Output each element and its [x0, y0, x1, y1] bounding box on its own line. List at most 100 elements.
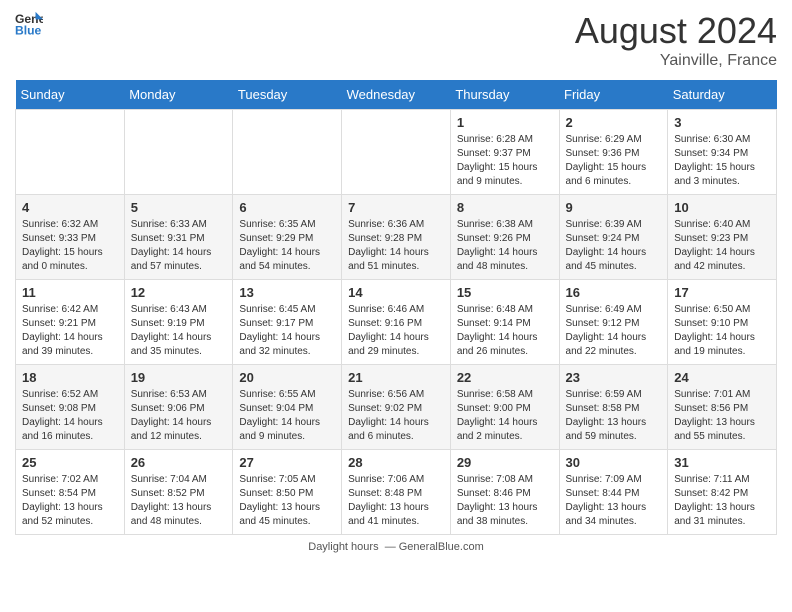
day-number: 3 — [674, 115, 770, 130]
day-info: Sunrise: 6:38 AM Sunset: 9:26 PM Dayligh… — [457, 218, 553, 274]
day-info: Sunrise: 6:43 AM Sunset: 9:19 PM Dayligh… — [131, 303, 227, 359]
calendar-cell: 1 Sunrise: 6:28 AM Sunset: 9:37 PM Daylig… — [450, 110, 559, 195]
day-number: 6 — [239, 200, 335, 215]
calendar-table: SundayMondayTuesdayWednesdayThursdayFrid… — [15, 80, 777, 535]
day-info: Sunrise: 7:06 AM Sunset: 8:48 PM Dayligh… — [348, 473, 444, 529]
calendar-cell: 10 Sunrise: 6:40 AM Sunset: 9:23 PM Dayli… — [668, 195, 777, 280]
calendar-cell: 2 Sunrise: 6:29 AM Sunset: 9:36 PM Daylig… — [559, 110, 668, 195]
day-number: 2 — [566, 115, 662, 130]
day-info: Sunrise: 6:39 AM Sunset: 9:24 PM Dayligh… — [566, 218, 662, 274]
day-number: 19 — [131, 370, 227, 385]
day-info: Sunrise: 7:02 AM Sunset: 8:54 PM Dayligh… — [22, 473, 118, 529]
day-number: 23 — [566, 370, 662, 385]
day-info: Sunrise: 7:11 AM Sunset: 8:42 PM Dayligh… — [674, 473, 770, 529]
calendar-cell: 23 Sunrise: 6:59 AM Sunset: 8:58 PM Dayli… — [559, 365, 668, 450]
day-number: 9 — [566, 200, 662, 215]
day-number: 17 — [674, 285, 770, 300]
day-number: 4 — [22, 200, 118, 215]
day-info: Sunrise: 6:45 AM Sunset: 9:17 PM Dayligh… — [239, 303, 335, 359]
day-info: Sunrise: 6:28 AM Sunset: 9:37 PM Dayligh… — [457, 133, 553, 189]
weekday-header-friday: Friday — [559, 80, 668, 110]
day-info: Sunrise: 6:53 AM Sunset: 9:06 PM Dayligh… — [131, 388, 227, 444]
calendar-cell: 16Sunrise: 6:49 AM Sunset: 9:12 PM Dayli… — [559, 280, 668, 365]
calendar-cell: 15 Sunrise: 6:48 AM Sunset: 9:14 PM Dayli… — [450, 280, 559, 365]
calendar-cell: 11 Sunrise: 6:42 AM Sunset: 9:21 PM Dayli… — [16, 280, 125, 365]
weekday-header-monday: Monday — [124, 80, 233, 110]
calendar-cell: 5 Sunrise: 6:33 AM Sunset: 9:31 PM Daylig… — [124, 195, 233, 280]
daylight-label: Daylight hours — [308, 541, 378, 553]
day-number: 1 — [457, 115, 553, 130]
calendar-cell: 22 Sunrise: 6:58 AM Sunset: 9:00 PM Dayli… — [450, 365, 559, 450]
svg-text:Blue: Blue — [15, 23, 42, 37]
calendar-cell — [124, 110, 233, 195]
day-number: 18 — [22, 370, 118, 385]
day-info: Sunrise: 7:05 AM Sunset: 8:50 PM Dayligh… — [239, 473, 335, 529]
calendar-cell: 17 Sunrise: 6:50 AM Sunset: 9:10 PM Dayli… — [668, 280, 777, 365]
day-number: 7 — [348, 200, 444, 215]
location: Yainville, France — [575, 52, 777, 70]
month-title: August 2024 — [575, 10, 777, 52]
day-info: Sunrise: 6:48 AM Sunset: 9:14 PM Dayligh… — [457, 303, 553, 359]
day-number: 8 — [457, 200, 553, 215]
day-info: Sunrise: 6:52 AM Sunset: 9:08 PM Dayligh… — [22, 388, 118, 444]
calendar-cell: 18 Sunrise: 6:52 AM Sunset: 9:08 PM Dayli… — [16, 365, 125, 450]
day-info: Sunrise: 6:33 AM Sunset: 9:31 PM Dayligh… — [131, 218, 227, 274]
calendar-cell — [16, 110, 125, 195]
day-number: 31 — [674, 455, 770, 470]
day-info: Sunrise: 6:30 AM Sunset: 9:34 PM Dayligh… — [674, 133, 770, 189]
weekday-header-saturday: Saturday — [668, 80, 777, 110]
weekday-header-thursday: Thursday — [450, 80, 559, 110]
calendar-cell: 7 Sunrise: 6:36 AM Sunset: 9:28 PM Daylig… — [342, 195, 451, 280]
calendar-cell: 29Sunrise: 7:08 AM Sunset: 8:46 PM Dayli… — [450, 450, 559, 535]
day-info: Sunrise: 7:01 AM Sunset: 8:56 PM Dayligh… — [674, 388, 770, 444]
calendar-cell: 8 Sunrise: 6:38 AM Sunset: 9:26 PM Daylig… — [450, 195, 559, 280]
day-number: 22 — [457, 370, 553, 385]
weekday-header-sunday: Sunday — [16, 80, 125, 110]
day-info: Sunrise: 6:29 AM Sunset: 9:36 PM Dayligh… — [566, 133, 662, 189]
day-number: 16 — [566, 285, 662, 300]
day-info: Sunrise: 6:55 AM Sunset: 9:04 PM Dayligh… — [239, 388, 335, 444]
calendar-cell — [342, 110, 451, 195]
day-info: Sunrise: 6:32 AM Sunset: 9:33 PM Dayligh… — [22, 218, 118, 274]
calendar-cell: 24 Sunrise: 7:01 AM Sunset: 8:56 PM Dayli… — [668, 365, 777, 450]
day-info: Sunrise: 6:46 AM Sunset: 9:16 PM Dayligh… — [348, 303, 444, 359]
calendar-cell: 28Sunrise: 7:06 AM Sunset: 8:48 PM Dayli… — [342, 450, 451, 535]
calendar-cell: 21Sunrise: 6:56 AM Sunset: 9:02 PM Dayli… — [342, 365, 451, 450]
day-info: Sunrise: 6:36 AM Sunset: 9:28 PM Dayligh… — [348, 218, 444, 274]
day-number: 15 — [457, 285, 553, 300]
day-number: 11 — [22, 285, 118, 300]
logo-icon: General Blue — [15, 10, 43, 38]
header: General Blue August 2024 Yainville, Fran… — [15, 10, 777, 70]
calendar-cell: 13Sunrise: 6:45 AM Sunset: 9:17 PM Dayli… — [233, 280, 342, 365]
day-info: Sunrise: 6:35 AM Sunset: 9:29 PM Dayligh… — [239, 218, 335, 274]
calendar-cell: 20 Sunrise: 6:55 AM Sunset: 9:04 PM Dayli… — [233, 365, 342, 450]
calendar-cell: 12Sunrise: 6:43 AM Sunset: 9:19 PM Dayli… — [124, 280, 233, 365]
day-number: 24 — [674, 370, 770, 385]
day-number: 20 — [239, 370, 335, 385]
day-info: Sunrise: 6:50 AM Sunset: 9:10 PM Dayligh… — [674, 303, 770, 359]
weekday-header-wednesday: Wednesday — [342, 80, 451, 110]
day-number: 30 — [566, 455, 662, 470]
day-number: 10 — [674, 200, 770, 215]
day-number: 26 — [131, 455, 227, 470]
day-number: 5 — [131, 200, 227, 215]
weekday-header-row: SundayMondayTuesdayWednesdayThursdayFrid… — [16, 80, 777, 110]
title-area: August 2024 Yainville, France — [575, 10, 777, 70]
calendar-cell: 3 Sunrise: 6:30 AM Sunset: 9:34 PM Daylig… — [668, 110, 777, 195]
calendar-cell: 9 Sunrise: 6:39 AM Sunset: 9:24 PM Daylig… — [559, 195, 668, 280]
day-number: 14 — [348, 285, 444, 300]
day-info: Sunrise: 6:42 AM Sunset: 9:21 PM Dayligh… — [22, 303, 118, 359]
week-row-4: 18 Sunrise: 6:52 AM Sunset: 9:08 PM Dayli… — [16, 365, 777, 450]
logo: General Blue — [15, 10, 43, 38]
day-info: Sunrise: 6:59 AM Sunset: 8:58 PM Dayligh… — [566, 388, 662, 444]
day-info: Sunrise: 7:09 AM Sunset: 8:44 PM Dayligh… — [566, 473, 662, 529]
day-info: Sunrise: 6:40 AM Sunset: 9:23 PM Dayligh… — [674, 218, 770, 274]
week-row-5: 25Sunrise: 7:02 AM Sunset: 8:54 PM Dayli… — [16, 450, 777, 535]
day-number: 21 — [348, 370, 444, 385]
calendar-cell: 31 Sunrise: 7:11 AM Sunset: 8:42 PM Dayli… — [668, 450, 777, 535]
week-row-3: 11 Sunrise: 6:42 AM Sunset: 9:21 PM Dayli… — [16, 280, 777, 365]
day-info: Sunrise: 6:58 AM Sunset: 9:00 PM Dayligh… — [457, 388, 553, 444]
week-row-1: 1 Sunrise: 6:28 AM Sunset: 9:37 PM Daylig… — [16, 110, 777, 195]
calendar-cell: 26Sunrise: 7:04 AM Sunset: 8:52 PM Dayli… — [124, 450, 233, 535]
footer-note: Daylight hours — GeneralBlue.com — [15, 541, 777, 553]
